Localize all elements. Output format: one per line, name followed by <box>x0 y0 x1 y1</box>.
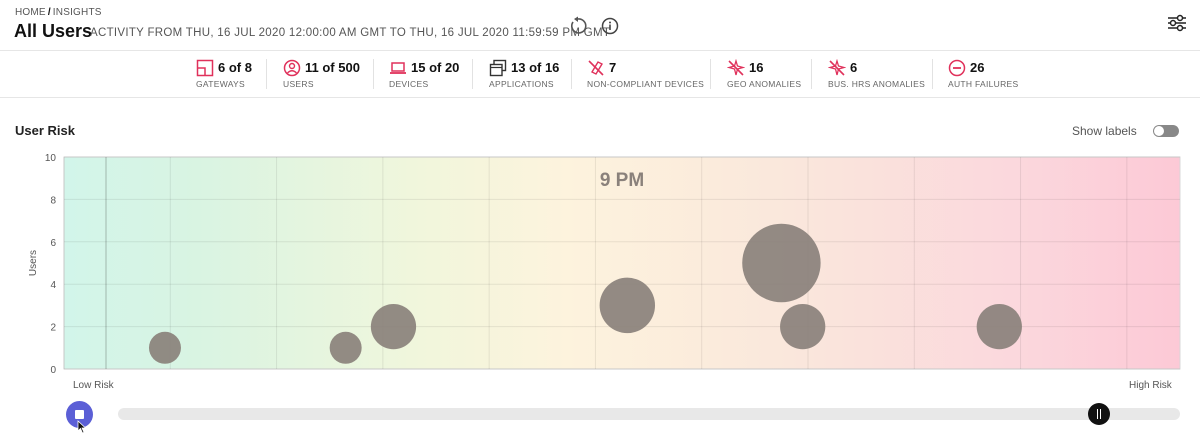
toggle-knob <box>1154 126 1164 136</box>
handle-grip <box>1100 409 1101 419</box>
bubble <box>780 303 826 350</box>
auth-failure-icon <box>948 59 966 77</box>
bubble <box>370 303 417 350</box>
show-labels-toggle[interactable] <box>1153 125 1179 137</box>
divider <box>266 59 267 89</box>
bubble <box>148 331 181 364</box>
time-label: 9 PM <box>600 170 644 191</box>
page-title: All Users <box>14 21 93 41</box>
divider <box>932 59 933 89</box>
timeline-slider-handle[interactable] <box>1088 403 1110 425</box>
bubble <box>976 303 1022 350</box>
stat-value: 11 of 500 <box>305 60 360 75</box>
stat-label: GATEWAYS <box>196 79 245 89</box>
y-tick-label: 4 <box>50 280 56 291</box>
stat-value: 16 <box>749 60 764 75</box>
high-risk-label: High Risk <box>1129 380 1172 391</box>
user-icon <box>283 59 301 77</box>
bubble <box>742 223 821 303</box>
handle-grip <box>1097 409 1098 419</box>
geo-anomaly-icon <box>727 59 745 76</box>
y-tick-label: 8 <box>50 195 56 206</box>
stats-bar: 6 of 8 GATEWAYS 11 of 500 USERS 15 of 20… <box>0 51 1200 98</box>
stat-label: GEO ANOMALIES <box>727 79 802 89</box>
breadcrumb-separator: / <box>47 7 51 18</box>
stat-label: APPLICATIONS <box>489 79 554 89</box>
stat-value: 6 <box>850 60 858 75</box>
bus-hrs-anomaly-icon <box>828 59 846 76</box>
filter-settings-icon[interactable] <box>1166 12 1188 34</box>
y-tick-label: 10 <box>45 153 57 164</box>
y-axis-ticks: 0 2 4 6 8 10 <box>45 153 57 376</box>
stat-label: BUS. HRS ANOMALIES <box>828 79 926 89</box>
stat-label: DEVICES <box>389 79 429 89</box>
stat-value: 7 <box>609 60 617 75</box>
y-axis-label: Users <box>28 250 39 276</box>
stat-value: 13 of 16 <box>511 60 560 75</box>
stat-label: NON-COMPLIANT DEVICES <box>587 79 705 89</box>
stat-value: 6 of 8 <box>218 60 252 75</box>
non-compliant-icon <box>588 60 604 76</box>
bubble <box>329 331 362 364</box>
breadcrumb-home[interactable]: HOME <box>15 7 46 18</box>
show-labels-text: Show labels <box>1072 124 1137 138</box>
stat-label: AUTH FAILURES <box>948 79 1019 89</box>
divider <box>373 59 374 89</box>
y-tick-label: 6 <box>50 238 56 249</box>
timeline-track[interactable] <box>118 408 1180 420</box>
activity-range: ACTIVITY FROM THU, 16 JUL 2020 12:00:00 … <box>90 27 611 39</box>
stat-value: 15 of 20 <box>411 60 460 75</box>
page-header: HOME / INSIGHTS All Users ACTIVITY FROM TH… <box>0 0 1200 51</box>
laptop-icon <box>390 62 406 74</box>
info-icon[interactable] <box>600 16 620 36</box>
breadcrumb: HOME / INSIGHTS <box>15 7 102 18</box>
stat-label: USERS <box>283 79 314 89</box>
gateway-icon <box>196 59 214 77</box>
mouse-cursor-icon <box>77 420 87 434</box>
user-risk-title: User Risk <box>15 123 75 138</box>
bubble <box>599 277 656 334</box>
low-risk-label: Low Risk <box>73 380 114 391</box>
user-risk-chart: 0 2 4 6 8 10 Users 9 PM <box>28 153 1181 376</box>
applications-icon <box>489 59 507 77</box>
divider <box>571 59 572 89</box>
stat-value: 26 <box>970 60 985 75</box>
divider <box>811 59 812 89</box>
divider <box>710 59 711 89</box>
y-tick-label: 2 <box>50 323 56 334</box>
refresh-icon[interactable] <box>568 16 588 36</box>
stop-icon <box>75 410 84 419</box>
y-tick-label: 0 <box>50 365 56 376</box>
breadcrumb-insights[interactable]: INSIGHTS <box>53 7 102 18</box>
divider <box>472 59 473 89</box>
